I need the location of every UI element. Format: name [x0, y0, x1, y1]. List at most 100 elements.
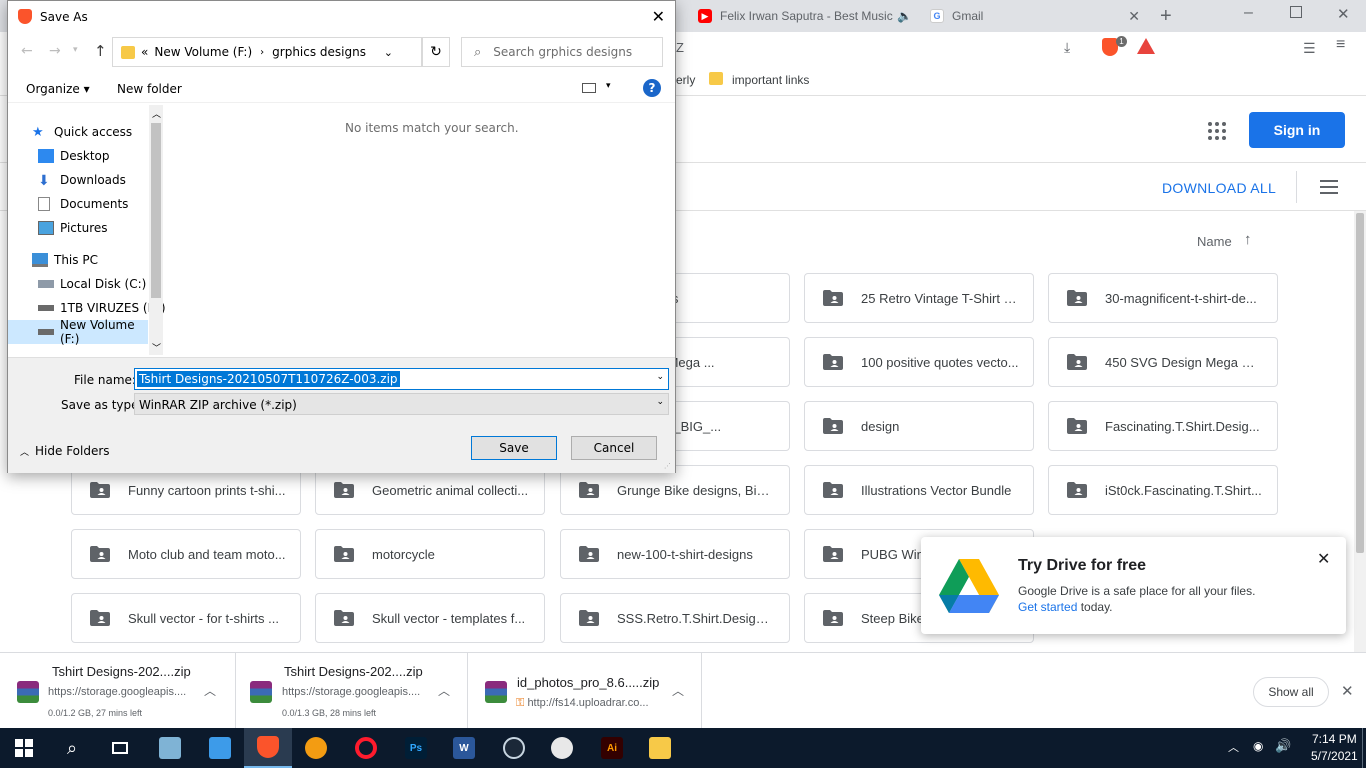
folder-item[interactable]: SSS.Retro.T.Shirt.Design....: [560, 593, 790, 643]
bookmark-item[interactable]: erly: [676, 73, 695, 87]
list-view-icon[interactable]: [1320, 180, 1338, 194]
opera-icon[interactable]: [342, 728, 390, 768]
sort-name-label[interactable]: Name: [1197, 234, 1232, 249]
breadcrumb-grphics-designs[interactable]: grphics designs: [272, 45, 366, 59]
notepad-icon[interactable]: [146, 728, 194, 768]
folder-item[interactable]: 450 SVG Design Mega Bu...: [1048, 337, 1278, 387]
file-explorer-icon[interactable]: [636, 728, 684, 768]
folder-item[interactable]: motorcycle: [315, 529, 545, 579]
folder-item[interactable]: Skull vector - for t-shirts ...: [71, 593, 301, 643]
folder-item[interactable]: 25 Retro Vintage T-Shirt D...: [804, 273, 1034, 323]
playlist-icon[interactable]: ☰: [1303, 40, 1316, 57]
save-button[interactable]: Save: [471, 436, 557, 460]
control-panel-icon[interactable]: [196, 728, 244, 768]
brave-browser-icon[interactable]: [244, 728, 292, 768]
help-icon[interactable]: ?: [643, 79, 661, 97]
folder-item[interactable]: Skull vector - templates f...: [315, 593, 545, 643]
download-item[interactable]: Tshirt Designs-202....zip https://storag…: [0, 653, 236, 729]
clock[interactable]: 7:14 PM 5/7/2021: [1311, 731, 1358, 765]
page-scrollbar[interactable]: [1354, 211, 1366, 652]
folder-item[interactable]: 30-magnificent-t-shirt-de...: [1048, 273, 1278, 323]
refresh-icon[interactable]: ↻: [422, 37, 450, 67]
cancel-button[interactable]: Cancel: [571, 436, 657, 460]
folder-item[interactable]: iSt0ck.Fascinating.T.Shirt...: [1048, 465, 1278, 515]
tab-youtube[interactable]: ▶ Felix Irwan Saputra - Best Music 🔈: [690, 0, 922, 32]
folder-item[interactable]: 100 positive quotes vecto...: [804, 337, 1034, 387]
new-tab-icon[interactable]: +: [1160, 5, 1172, 28]
word-icon[interactable]: W: [440, 728, 488, 768]
download-all-button[interactable]: DOWNLOAD ALL: [1162, 180, 1276, 196]
save-type-select[interactable]: WinRAR ZIP archive (*.zip) ⌄: [134, 393, 669, 415]
sign-in-button[interactable]: Sign in: [1249, 112, 1345, 148]
up-arrow-icon[interactable]: ↑: [94, 42, 107, 60]
forward-arrow-icon[interactable]: →: [49, 43, 61, 59]
file-name-input[interactable]: Tshirt Designs-20210507T110726Z-003.zip …: [134, 368, 669, 390]
start-button[interactable]: [0, 728, 48, 768]
chevron-up-icon[interactable]: ︿: [672, 682, 684, 699]
illustrator-icon[interactable]: Ai: [588, 728, 636, 768]
new-folder-button[interactable]: New folder: [117, 82, 182, 96]
search-input[interactable]: ⌕ Search grphics designs: [461, 37, 663, 67]
hide-folders-toggle[interactable]: ︿ Hide Folders: [20, 444, 110, 458]
volume-icon[interactable]: 🔊: [1275, 738, 1291, 754]
folder-item[interactable]: Moto club and team moto...: [71, 529, 301, 579]
download-item[interactable]: id_photos_pro_8.6.....zip ⚿ http://fs14.…: [468, 653, 702, 729]
menu-icon[interactable]: ≡: [1336, 36, 1345, 54]
uc-browser-icon[interactable]: [292, 728, 340, 768]
maximize-icon[interactable]: [1290, 6, 1302, 18]
task-view-icon[interactable]: [96, 728, 144, 768]
chevron-down-icon[interactable]: ⌄: [656, 372, 664, 382]
network-icon[interactable]: ◉: [1253, 739, 1263, 753]
resize-grip-icon[interactable]: ⋰: [664, 462, 671, 470]
folder-item[interactable]: Fascinating.T.Shirt.Desig...: [1048, 401, 1278, 451]
chevron-down-icon[interactable]: ⌄: [384, 46, 393, 59]
close-tab-icon[interactable]: ✕: [1128, 8, 1140, 25]
chevron-down-icon[interactable]: ﹀: [152, 341, 161, 354]
close-window-icon[interactable]: ✕: [1337, 5, 1350, 23]
scrollbar-thumb[interactable]: [1356, 213, 1364, 553]
download-icon[interactable]: ⤓: [1064, 39, 1070, 56]
view-options-icon[interactable]: [582, 83, 596, 93]
dialog-titlebar[interactable]: Save As ✕: [8, 1, 675, 32]
get-started-link[interactable]: Get started: [1018, 600, 1077, 614]
folder-item[interactable]: design: [804, 401, 1034, 451]
minimize-icon[interactable]: –: [1244, 4, 1253, 22]
search-taskbar-icon[interactable]: ⌕: [48, 728, 96, 768]
organize-menu[interactable]: Organize ▾: [26, 82, 90, 96]
breadcrumb-overflow[interactable]: «: [141, 45, 148, 59]
paint-icon[interactable]: [538, 728, 586, 768]
address-breadcrumb[interactable]: « New Volume (F:) › grphics designs ⌄: [112, 37, 422, 67]
close-dialog-icon[interactable]: ✕: [652, 7, 665, 26]
folder-item[interactable]: Illustrations Vector Bundle: [804, 465, 1034, 515]
steam-icon[interactable]: [490, 728, 538, 768]
bookmark-folder-important-links[interactable]: important links: [732, 73, 809, 87]
folder-name: 30-magnificent-t-shirt-de...: [1105, 290, 1257, 306]
address-bar[interactable]: Z: [676, 40, 1096, 58]
back-arrow-icon[interactable]: ←: [21, 43, 33, 59]
chevron-up-icon[interactable]: ︿: [204, 682, 216, 699]
speaker-icon[interactable]: 🔈: [897, 9, 912, 23]
close-download-bar-icon[interactable]: ✕: [1341, 682, 1354, 700]
chevron-up-icon[interactable]: ︿: [438, 682, 450, 699]
nav-new-volume[interactable]: New Volume (F:): [8, 318, 148, 346]
folder-item[interactable]: new-100-t-shirt-designs: [560, 529, 790, 579]
apps-grid-icon[interactable]: [1208, 122, 1226, 140]
breadcrumb-new-volume[interactable]: New Volume (F:): [154, 45, 252, 59]
recent-dropdown-icon[interactable]: ▾: [73, 45, 78, 55]
view-dropdown-icon[interactable]: ▾: [606, 81, 611, 91]
sort-arrow-up-icon[interactable]: ↑: [1244, 231, 1252, 248]
chevron-down-icon[interactable]: ⌄: [656, 397, 664, 407]
tab-gmail[interactable]: G Gmail ✕: [922, 0, 1150, 32]
chevron-right-icon[interactable]: ›: [260, 47, 264, 58]
photoshop-icon[interactable]: Ps: [392, 728, 440, 768]
scrollbar-thumb[interactable]: [151, 123, 161, 298]
nav-scrollbar[interactable]: ︿ ﹀: [149, 105, 163, 355]
folder-icon: [823, 482, 843, 498]
tray-chevron-up-icon[interactable]: ︿: [1228, 739, 1239, 755]
close-toast-icon[interactable]: ✕: [1317, 549, 1330, 569]
chevron-up-icon[interactable]: ︿: [152, 107, 161, 120]
show-desktop-button[interactable]: [1362, 728, 1366, 768]
show-all-button[interactable]: Show all: [1253, 677, 1329, 707]
brave-rewards-icon[interactable]: [1137, 38, 1155, 54]
download-item[interactable]: Tshirt Designs-202....zip https://storag…: [236, 653, 468, 729]
